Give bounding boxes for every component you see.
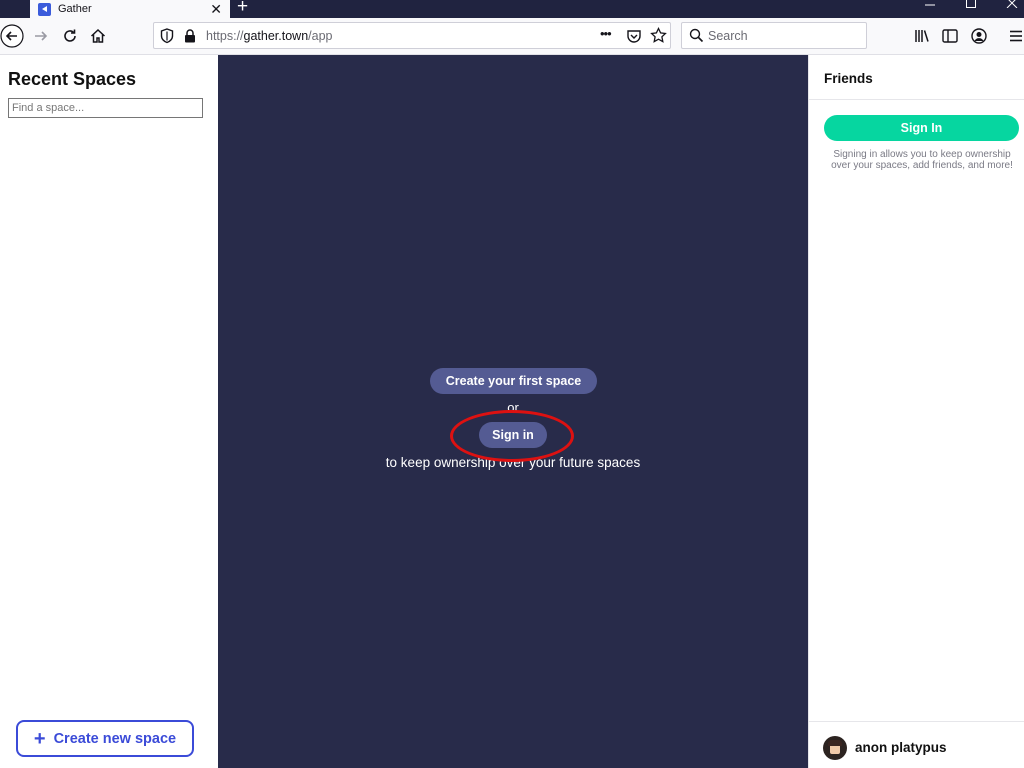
search-icon bbox=[689, 28, 704, 43]
create-new-space-button[interactable]: + Create new space bbox=[16, 720, 194, 757]
browser-title-bar: Gather ✕ + bbox=[0, 0, 1024, 18]
library-button[interactable] bbox=[911, 25, 933, 47]
recent-spaces-title: Recent Spaces bbox=[8, 69, 137, 89]
maximize-button[interactable] bbox=[965, 0, 977, 10]
library-icon bbox=[915, 30, 929, 42]
url-text[interactable]: https://gather.town/app bbox=[206, 29, 333, 43]
close-window-button[interactable] bbox=[1006, 0, 1018, 10]
reload-icon bbox=[64, 29, 76, 42]
new-tab-button[interactable]: + bbox=[237, 0, 248, 16]
sign-in-button[interactable]: Sign in bbox=[479, 422, 547, 448]
user-bar[interactable]: anon platypus bbox=[809, 721, 1024, 768]
username: anon platypus bbox=[855, 740, 947, 755]
sidebar-icon bbox=[942, 29, 958, 43]
account-icon bbox=[971, 28, 987, 44]
recent-spaces-sidebar: Recent Spaces + Create new space bbox=[0, 55, 218, 768]
avatar[interactable] bbox=[823, 736, 847, 760]
create-new-space-label: Create new space bbox=[53, 730, 177, 747]
hamburger-menu-icon bbox=[1010, 30, 1022, 42]
search-placeholder: Search bbox=[708, 29, 748, 43]
menu-button[interactable] bbox=[1005, 25, 1024, 47]
gather-favicon-icon bbox=[38, 2, 51, 16]
bookmark-star-icon[interactable] bbox=[650, 27, 667, 44]
friends-title: Friends bbox=[824, 71, 873, 86]
browser-toolbar: https://gather.town/app ••• Search bbox=[0, 18, 1024, 55]
browser-tab[interactable]: Gather ✕ bbox=[30, 0, 230, 18]
url-bar[interactable]: https://gather.town/app ••• bbox=[153, 22, 671, 49]
pocket-icon[interactable] bbox=[626, 28, 642, 44]
create-first-space-button[interactable]: Create your first space bbox=[430, 368, 597, 394]
home-icon bbox=[90, 28, 106, 43]
tab-close-button[interactable]: ✕ bbox=[210, 2, 222, 16]
sign-in-note: Signing in allows you to keep ownership … bbox=[831, 149, 1013, 171]
tab-title: Gather bbox=[58, 3, 92, 15]
home-button[interactable] bbox=[87, 25, 109, 47]
back-button[interactable] bbox=[0, 24, 24, 48]
forward-button[interactable] bbox=[30, 25, 52, 47]
friends-header: Friends bbox=[809, 55, 1024, 100]
sidebar-toggle-button[interactable] bbox=[939, 25, 961, 47]
friends-sign-in-button[interactable]: Sign In bbox=[824, 115, 1019, 141]
main-panel: Create your first space or to keep owner… bbox=[218, 55, 808, 768]
friends-sidebar: Friends Sign In Signing in allows you to… bbox=[808, 55, 1024, 768]
forward-arrow-icon bbox=[35, 31, 48, 41]
find-space-input[interactable] bbox=[8, 98, 203, 118]
keep-ownership-text: to keep ownership over your future space… bbox=[385, 455, 641, 470]
shield-icon bbox=[160, 28, 174, 44]
reload-button[interactable] bbox=[59, 25, 81, 47]
plus-icon: + bbox=[33, 727, 46, 750]
browser-search-bar[interactable]: Search bbox=[681, 22, 867, 49]
page-actions-icon[interactable]: ••• bbox=[600, 26, 612, 41]
back-arrow-icon bbox=[0, 24, 24, 48]
account-button[interactable] bbox=[968, 25, 990, 47]
lock-icon bbox=[185, 29, 195, 43]
or-label: or bbox=[507, 400, 519, 415]
minimize-button[interactable] bbox=[924, 0, 936, 12]
